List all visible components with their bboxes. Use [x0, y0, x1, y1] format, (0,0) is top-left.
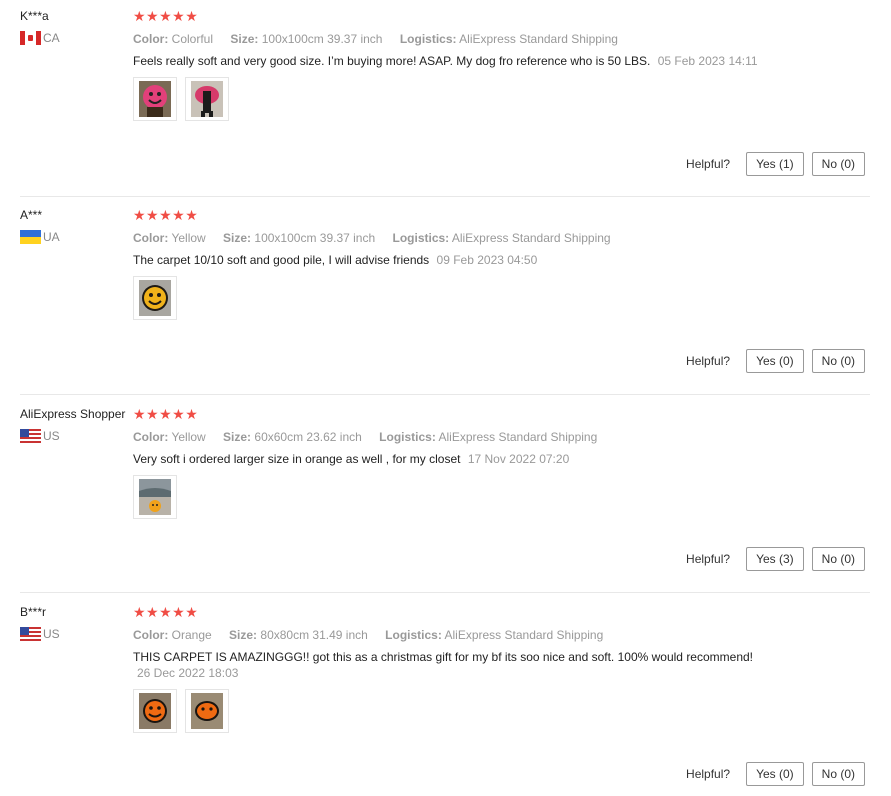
- review-attributes: Color: Yellow Size: 100x100cm 39.37 inch…: [133, 230, 870, 246]
- helpful-label: Helpful?: [686, 354, 731, 368]
- color-value: Yellow: [171, 430, 206, 444]
- size-value: 100x100cm 39.37 inch: [261, 32, 383, 46]
- color-value: Orange: [171, 628, 212, 642]
- review-photos: [133, 475, 870, 519]
- review-attributes: Color: Orange Size: 80x80cm 31.49 inch L…: [133, 627, 870, 643]
- reviewer-country: UA: [20, 230, 132, 244]
- review-photo[interactable]: [133, 475, 177, 519]
- helpful-yes-button[interactable]: Yes (0): [746, 349, 804, 373]
- review-photo[interactable]: [133, 77, 177, 121]
- color-label: Color:: [133, 628, 169, 642]
- reviewer-info: K***a CA: [20, 8, 132, 45]
- review-content: ★★★★★ Color: Orange Size: 80x80cm 31.49 …: [133, 604, 870, 733]
- star-rating: ★★★★★: [133, 604, 199, 620]
- review-content: ★★★★★ Color: Yellow Size: 100x100cm 39.3…: [133, 207, 870, 320]
- review-text: Feels really soft and very good size. I’…: [133, 53, 773, 69]
- review-photos: [133, 689, 870, 733]
- country-code: UA: [43, 230, 60, 244]
- helpful-yes-button[interactable]: Yes (3): [746, 547, 804, 571]
- country-code: CA: [43, 31, 60, 45]
- review-body: Feels really soft and very good size. I’…: [133, 54, 651, 68]
- review-text: Very soft i ordered larger size in orang…: [133, 451, 773, 467]
- review-date: 09 Feb 2023 04:50: [436, 253, 538, 267]
- size-value: 100x100cm 39.37 inch: [254, 231, 376, 245]
- helpful-yes-button[interactable]: Yes (0): [746, 762, 804, 786]
- review-attributes: Color: Colorful Size: 100x100cm 39.37 in…: [133, 31, 870, 47]
- helpful-label: Helpful?: [686, 767, 731, 781]
- reviewer-name: AliExpress Shopper: [20, 407, 126, 421]
- review-date: 26 Dec 2022 18:03: [137, 666, 239, 680]
- helpful-voting: Helpful? Yes (0) No (0): [686, 349, 865, 373]
- review-text: The carpet 10/10 soft and good pile, I w…: [133, 252, 773, 268]
- helpful-voting: Helpful? Yes (1) No (0): [686, 152, 865, 176]
- reviewer-country: US: [20, 627, 132, 641]
- review-photos: [133, 276, 870, 320]
- canada-flag-icon: [20, 31, 41, 45]
- review-photo[interactable]: [185, 77, 229, 121]
- star-rating: ★★★★★: [133, 8, 199, 24]
- review-date: 17 Nov 2022 07:20: [467, 452, 570, 466]
- reviewer-name: B***r: [20, 605, 47, 619]
- size-label: Size:: [230, 32, 259, 46]
- usa-flag-icon: [20, 627, 41, 641]
- size-label: Size:: [229, 628, 258, 642]
- review-photo[interactable]: [133, 689, 177, 733]
- logistics-value: AliExpress Standard Shipping: [451, 231, 611, 245]
- star-rating: ★★★★★: [133, 207, 199, 223]
- usa-flag-icon: [20, 429, 41, 443]
- size-value: 80x80cm 31.49 inch: [260, 628, 368, 642]
- color-label: Color:: [133, 231, 169, 245]
- review-text: THIS CARPET IS AMAZINGGG!! got this as a…: [133, 649, 773, 681]
- helpful-no-button[interactable]: No (0): [811, 152, 865, 176]
- logistics-label: Logistics:: [392, 231, 450, 245]
- reviewer-country: CA: [20, 31, 132, 45]
- reviewer-info: AliExpress Shopper US: [20, 406, 132, 443]
- review-item: K***a CA ★★★★★ Color: Colorful Size: 100…: [20, 8, 870, 197]
- reviewer-name: K***a: [20, 9, 49, 23]
- review-date: 05 Feb 2023 14:11: [657, 54, 758, 68]
- review-body: THIS CARPET IS AMAZINGGG!! got this as a…: [133, 650, 754, 664]
- helpful-voting: Helpful? Yes (3) No (0): [686, 547, 865, 571]
- helpful-label: Helpful?: [686, 552, 731, 566]
- review-photos: [133, 77, 870, 121]
- helpful-label: Helpful?: [686, 157, 731, 171]
- star-rating: ★★★★★: [133, 406, 199, 422]
- logistics-label: Logistics:: [379, 430, 436, 444]
- reviewer-info: A*** UA: [20, 207, 132, 244]
- review-item: B***r US ★★★★★ Color: Orange Size: 80x80…: [20, 604, 870, 796]
- reviewer-info: B***r US: [20, 604, 132, 641]
- logistics-label: Logistics:: [385, 628, 442, 642]
- size-label: Size:: [223, 231, 252, 245]
- helpful-yes-button[interactable]: Yes (1): [746, 152, 804, 176]
- country-code: US: [43, 429, 60, 443]
- color-label: Color:: [133, 430, 169, 444]
- review-content: ★★★★★ Color: Yellow Size: 60x60cm 23.62 …: [133, 406, 870, 519]
- review-content: ★★★★★ Color: Colorful Size: 100x100cm 39…: [133, 8, 870, 121]
- logistics-value: AliExpress Standard Shipping: [444, 628, 604, 642]
- review-body: The carpet 10/10 soft and good pile, I w…: [133, 253, 430, 267]
- review-photo[interactable]: [185, 689, 229, 733]
- logistics-value: AliExpress Standard Shipping: [438, 430, 598, 444]
- color-value: Yellow: [171, 231, 206, 245]
- reviewer-name: A***: [20, 208, 43, 222]
- review-photo[interactable]: [133, 276, 177, 320]
- helpful-no-button[interactable]: No (0): [811, 762, 865, 786]
- country-code: US: [43, 627, 60, 641]
- logistics-label: Logistics:: [399, 32, 457, 46]
- color-label: Color:: [133, 32, 169, 46]
- helpful-no-button[interactable]: No (0): [811, 349, 865, 373]
- color-value: Colorful: [171, 32, 214, 46]
- size-value: 60x60cm 23.62 inch: [254, 430, 362, 444]
- review-attributes: Color: Yellow Size: 60x60cm 23.62 inch L…: [133, 429, 870, 445]
- size-label: Size:: [223, 430, 252, 444]
- reviewer-country: US: [20, 429, 132, 443]
- ukraine-flag-icon: [20, 230, 41, 244]
- helpful-voting: Helpful? Yes (0) No (0): [686, 762, 865, 786]
- review-body: Very soft i ordered larger size in orang…: [133, 452, 461, 466]
- logistics-value: AliExpress Standard Shipping: [459, 32, 618, 46]
- review-item: A*** UA ★★★★★ Color: Yellow Size: 100x10…: [20, 207, 870, 395]
- review-item: AliExpress Shopper US ★★★★★ Color: Yello…: [20, 406, 870, 593]
- helpful-no-button[interactable]: No (0): [811, 547, 865, 571]
